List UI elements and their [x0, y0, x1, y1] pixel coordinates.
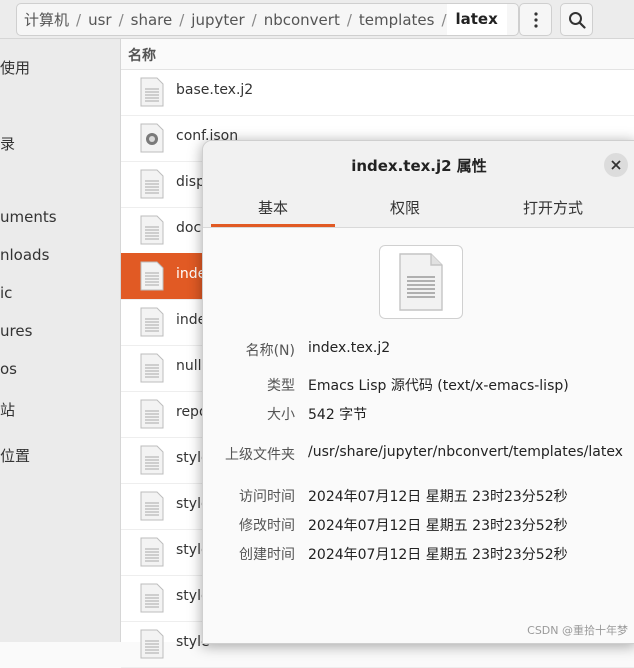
sidebar-item-recent[interactable]: 使用 [0, 57, 30, 78]
sidebar-item-videos[interactable]: os [0, 360, 17, 378]
name-value[interactable]: index.tex.j2 [308, 340, 390, 356]
file-name: doc [176, 220, 202, 236]
sidebar-item-pictures[interactable]: ures [0, 322, 32, 340]
sidebar-item-other-locations[interactable]: 位置 [0, 445, 30, 466]
json-file-icon [140, 123, 164, 153]
breadcrumb-templates[interactable]: templates [352, 11, 442, 29]
text-file-icon [140, 307, 164, 337]
text-document-icon [399, 253, 443, 311]
sidebar-item-downloads[interactable]: nloads [0, 246, 49, 264]
text-file-icon [140, 261, 164, 291]
column-header-name[interactable]: 名称 [121, 39, 634, 70]
created-value: 2024年07月12日 星期五 23时23分52秒 [308, 547, 568, 563]
modified-value: 2024年07月12日 星期五 23时23分52秒 [308, 518, 568, 534]
text-file-icon [140, 491, 164, 521]
file-name: disp [176, 174, 205, 190]
sidebar: 使用 录 uments nloads ic ures os 站 位置 [0, 39, 121, 642]
breadcrumb-usr[interactable]: usr [81, 11, 119, 29]
dialog-titlebar: index.tex.j2 属性 [203, 141, 634, 189]
text-file-icon [140, 399, 164, 429]
text-file-icon [140, 629, 164, 659]
breadcrumb-computer[interactable]: 计算机 [17, 9, 76, 30]
text-file-icon [140, 77, 164, 107]
close-icon [611, 160, 621, 170]
text-file-icon [140, 353, 164, 383]
kebab-menu-icon [533, 11, 538, 28]
sidebar-item-documents[interactable]: uments [0, 208, 57, 226]
type-label: 类型 [267, 378, 295, 394]
text-file-icon [140, 583, 164, 613]
accessed-value: 2024年07月12日 星期五 23时23分52秒 [308, 489, 568, 505]
breadcrumb: 计算机 / usr / share / jupyter / nbconvert … [16, 3, 519, 36]
tab-open-with[interactable]: 打开方式 [491, 189, 615, 227]
breadcrumb-share[interactable]: share [124, 11, 180, 29]
search-button[interactable] [560, 3, 593, 36]
file-preview [379, 245, 463, 319]
breadcrumb-latex[interactable]: latex [446, 4, 507, 35]
text-file-icon [140, 537, 164, 567]
properties-dialog: index.tex.j2 属性 基本 权限 打开方式 名称(N) index.t… [202, 140, 634, 644]
name-label: 名称(N) [245, 343, 295, 359]
header-bar: 计算机 / usr / share / jupyter / nbconvert … [0, 0, 634, 39]
sidebar-item-home[interactable]: 录 [0, 133, 15, 154]
text-file-icon [140, 445, 164, 475]
menu-button[interactable] [519, 3, 552, 36]
tab-permissions[interactable]: 权限 [343, 189, 467, 227]
text-file-icon [140, 215, 164, 245]
sidebar-item-music[interactable]: ic [0, 284, 12, 302]
breadcrumb-nbconvert[interactable]: nbconvert [257, 11, 347, 29]
dialog-title: index.tex.j2 属性 [351, 157, 487, 175]
file-row[interactable]: base.tex.j2 [121, 69, 634, 116]
search-icon [568, 11, 586, 29]
watermark: CSDN @重拾十年梦 [527, 624, 628, 637]
text-file-icon [140, 169, 164, 199]
dialog-tabs: 基本 权限 打开方式 [203, 189, 634, 228]
close-button[interactable] [604, 153, 628, 177]
tab-basic[interactable]: 基本 [211, 189, 335, 227]
sidebar-item-trash[interactable]: 站 [0, 399, 15, 420]
type-value: Emacs Lisp 源代码 (text/x-emacs-lisp) [308, 378, 569, 394]
column-header-label: 名称 [128, 48, 156, 64]
modified-label: 修改时间 [239, 518, 295, 534]
accessed-label: 访问时间 [239, 489, 295, 505]
created-label: 创建时间 [239, 547, 295, 563]
size-label: 大小 [267, 407, 295, 423]
file-name: base.tex.j2 [176, 82, 254, 98]
parent-folder-label: 上级文件夹 [225, 447, 295, 463]
parent-folder-value[interactable]: /usr/share/jupyter/nbconvert/templates/l… [308, 444, 623, 460]
size-value: 542 字节 [308, 407, 368, 423]
breadcrumb-jupyter[interactable]: jupyter [184, 11, 251, 29]
